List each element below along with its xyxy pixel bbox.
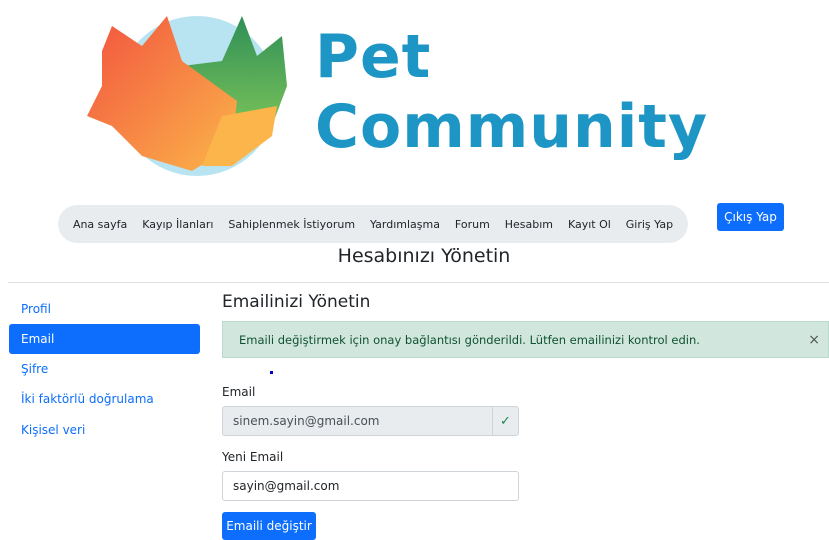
nav-item-adopt[interactable]: Sahiplenmek İstiyorum (228, 218, 355, 231)
email-label: Email (222, 385, 256, 399)
new-email-input[interactable]: sayin@gmail.com (222, 471, 519, 501)
sidebar-item-personal-data[interactable]: Kişisel veri (9, 415, 200, 445)
section-title: Emailinizi Yönetin (222, 292, 371, 312)
change-email-button[interactable]: Emaili değiştir (222, 512, 316, 540)
navbar: Ana sayfa Kayıp İlanları Sahiplenmek İst… (58, 205, 688, 243)
sidebar-item-email[interactable]: Email (9, 324, 200, 354)
sidebar-item-password[interactable]: Şifre (9, 354, 200, 384)
page-title: Hesabınızı Yönetin (337, 245, 511, 267)
nav-item-register[interactable]: Kayıt Ol (568, 218, 611, 231)
nav-item-help[interactable]: Yardımlaşma (370, 218, 440, 231)
nav-item-home[interactable]: Ana sayfa (73, 218, 127, 231)
nav-item-account[interactable]: Hesabım (505, 218, 553, 231)
close-icon[interactable]: × (808, 332, 820, 348)
nav-item-lost-ads[interactable]: Kayıp İlanları (142, 218, 213, 231)
check-icon: ✓ (492, 406, 519, 436)
success-alert: Emaili değiştirmek için onay bağlantısı … (222, 321, 829, 358)
new-email-label: Yeni Email (222, 450, 284, 464)
decorative-dot (270, 371, 273, 374)
logout-button[interactable]: Çıkış Yap (717, 203, 784, 231)
sidebar-item-two-factor[interactable]: İki faktörlü doğrulama (9, 384, 200, 414)
nav-item-forum[interactable]: Forum (455, 218, 490, 231)
logo (72, 6, 342, 176)
brand-name: Pet Community (315, 22, 709, 162)
alert-text: Emaili değiştirmek için onay bağlantısı … (239, 332, 700, 347)
nav-item-login[interactable]: Giriş Yap (626, 218, 673, 231)
email-field: sinem.sayin@gmail.com (222, 406, 493, 436)
sidebar-item-profile[interactable]: Profil (9, 294, 200, 324)
divider (8, 282, 829, 283)
